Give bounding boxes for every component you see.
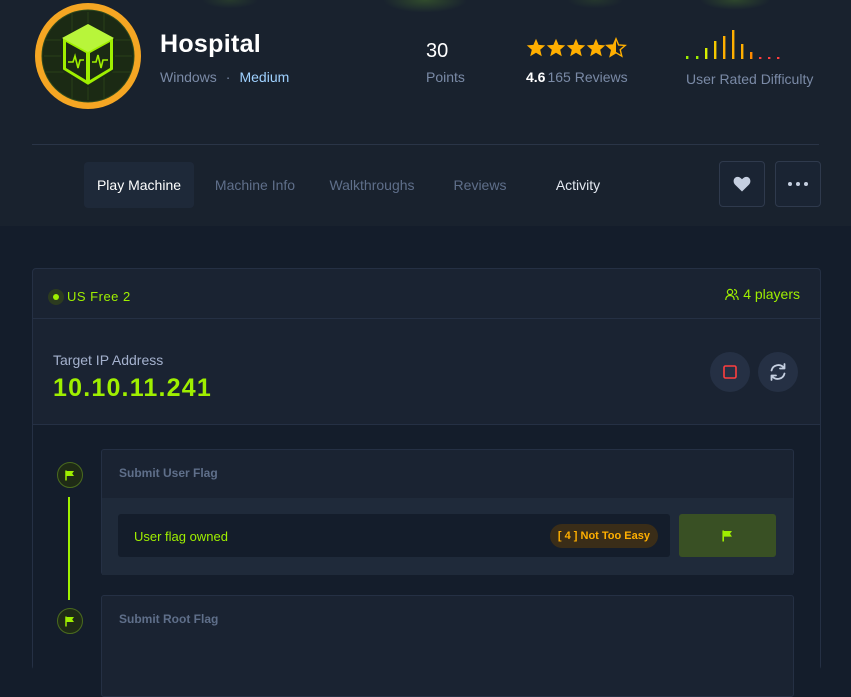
flag-icon bbox=[65, 616, 74, 626]
machine-difficulty: Medium bbox=[239, 69, 290, 85]
favorite-button[interactable] bbox=[719, 161, 765, 207]
star-icon bbox=[586, 38, 606, 57]
server-status-icon bbox=[48, 289, 64, 305]
user-flag-node bbox=[57, 462, 83, 488]
star-icon bbox=[546, 38, 566, 57]
root-flag-node bbox=[57, 608, 83, 634]
tab-play-machine[interactable]: Play Machine bbox=[84, 162, 194, 208]
target-ip-address[interactable]: 10.10.11.241 bbox=[53, 374, 212, 403]
server-name[interactable]: US Free 2 bbox=[67, 289, 131, 304]
tab-machine-info[interactable]: Machine Info bbox=[204, 162, 306, 208]
reset-machine-button[interactable] bbox=[758, 352, 798, 392]
target-ip-label: Target IP Address bbox=[53, 352, 164, 368]
flags-area: Submit User Flag User flag owned [ 4 ] N… bbox=[33, 425, 820, 697]
machine-meta: Windows · Medium bbox=[160, 69, 289, 85]
user-flag-title: Submit User Flag bbox=[119, 466, 218, 480]
flag-icon bbox=[65, 470, 74, 480]
meta-separator: · bbox=[225, 69, 231, 85]
more-icon bbox=[788, 182, 808, 186]
user-flag-body: User flag owned [ 4 ] Not Too Easy bbox=[102, 498, 793, 575]
stop-machine-button[interactable] bbox=[710, 352, 750, 392]
reviews-count[interactable]: 165 Reviews bbox=[547, 69, 627, 85]
points-value: 30 bbox=[426, 40, 449, 62]
server-row: US Free 2 4 players bbox=[33, 269, 820, 319]
points-label: Points bbox=[426, 69, 465, 85]
players-count[interactable]: 4 players bbox=[725, 286, 800, 302]
rating-summary: 4.6 165 Reviews bbox=[526, 69, 628, 85]
target-ip-row: Target IP Address 10.10.11.241 bbox=[33, 319, 820, 425]
root-flag-title: Submit Root Flag bbox=[119, 612, 219, 626]
play-machine-panel: US Free 2 4 players Target IP Address 10… bbox=[32, 268, 821, 697]
tab-activity[interactable]: Activity bbox=[543, 162, 613, 208]
star-half-icon bbox=[606, 38, 626, 57]
user-rated-difficulty-label: User Rated Difficulty bbox=[686, 71, 814, 87]
heart-icon bbox=[733, 176, 751, 192]
more-options-button[interactable] bbox=[775, 161, 821, 207]
machine-logo-icon bbox=[35, 3, 141, 109]
users-icon bbox=[725, 288, 739, 300]
header-divider bbox=[32, 144, 819, 145]
players-label: 4 players bbox=[743, 286, 800, 302]
flag-icon bbox=[722, 530, 732, 541]
machine-os: Windows bbox=[160, 69, 217, 85]
rating-stars bbox=[526, 38, 626, 57]
flag-progress-line bbox=[68, 497, 70, 600]
difficulty-rating-badge[interactable]: [ 4 ] Not Too Easy bbox=[549, 524, 658, 548]
stop-icon bbox=[723, 365, 737, 379]
tab-walkthroughs[interactable]: Walkthroughs bbox=[320, 162, 424, 208]
tab-reviews[interactable]: Reviews bbox=[443, 162, 517, 208]
star-icon bbox=[566, 38, 586, 57]
user-flag-input[interactable]: User flag owned [ 4 ] Not Too Easy bbox=[118, 514, 670, 557]
refresh-icon bbox=[770, 363, 786, 381]
machine-name: Hospital bbox=[160, 30, 262, 58]
star-icon bbox=[526, 38, 546, 57]
user-flag-card: Submit User Flag User flag owned [ 4 ] N… bbox=[101, 449, 794, 575]
submit-user-flag-button[interactable] bbox=[679, 514, 776, 557]
rating-value: 4.6 bbox=[526, 69, 546, 85]
root-flag-card: Submit Root Flag bbox=[101, 595, 794, 697]
difficulty-chart bbox=[686, 30, 780, 59]
user-flag-status: User flag owned bbox=[134, 529, 228, 544]
